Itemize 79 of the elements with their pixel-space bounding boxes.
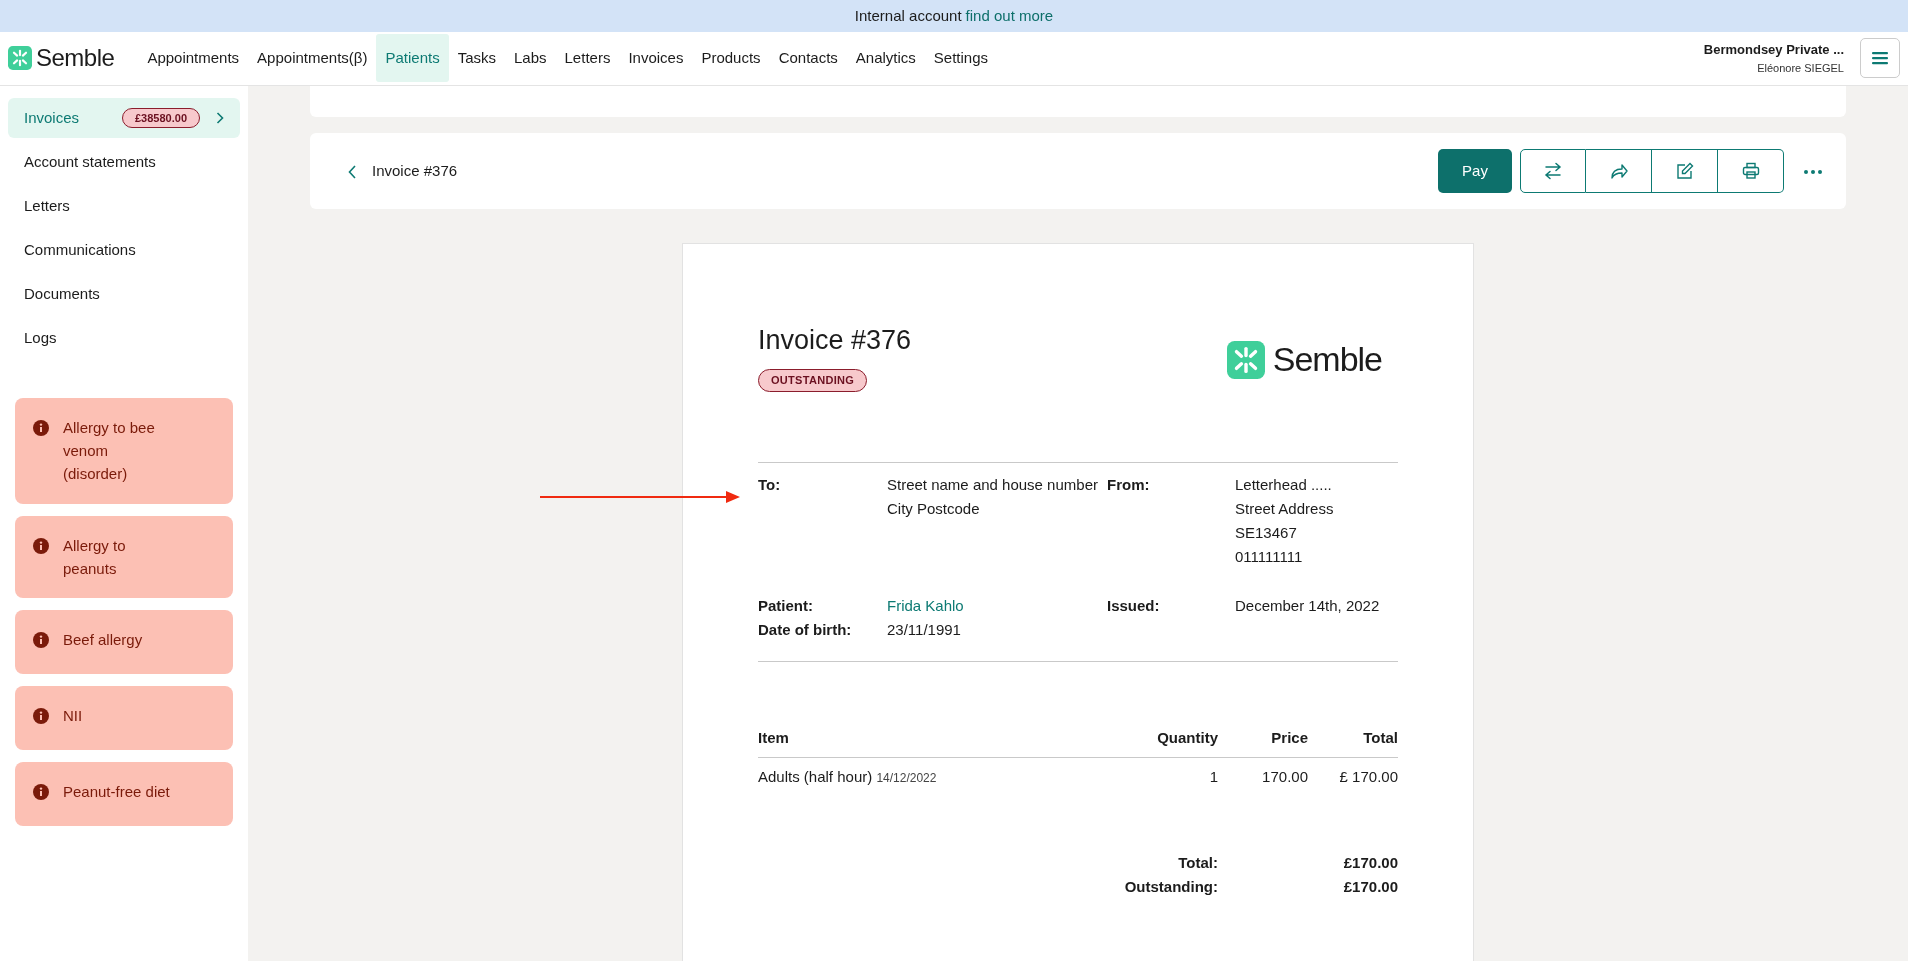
allergy-alert: Allergy to peanuts <box>15 515 233 599</box>
chevron-right-icon <box>216 111 224 124</box>
sidebar-item[interactable]: Communications <box>8 229 240 270</box>
total-label: Total: <box>1177 852 1218 873</box>
column-header: Price <box>1218 726 1308 759</box>
allergy-alert: NII <box>15 686 233 751</box>
address-line: Street Address <box>1235 498 1335 519</box>
nav-tab[interactable]: Settings <box>924 34 998 83</box>
banner-text: Internal account <box>854 5 962 26</box>
nav-tab[interactable]: Contacts <box>769 34 847 83</box>
column-header: Item <box>758 726 1098 759</box>
sidebar-item[interactable]: Logs <box>8 317 240 358</box>
field-label: From: <box>1107 474 1151 495</box>
chevron-left-icon <box>348 164 356 179</box>
banner-link[interactable]: find out more <box>965 4 1054 28</box>
status-badge: OUTSTANDING <box>758 369 868 392</box>
pay-button[interactable]: Pay <box>1438 148 1512 193</box>
allergy-alert: Peanut-free diet <box>15 762 233 827</box>
nav-tab[interactable]: Analytics <box>846 34 925 83</box>
allergy-alert: Allergy to bee venom (disorder) <box>15 397 233 504</box>
info-icon <box>33 537 49 554</box>
share-arrow-icon <box>1609 161 1628 180</box>
info-icon <box>33 632 49 649</box>
total-value: £170.00 <box>1342 852 1398 873</box>
transfer-button[interactable] <box>1520 148 1586 193</box>
share-button[interactable] <box>1586 148 1652 193</box>
logo-icon <box>8 46 32 71</box>
menu-button[interactable] <box>1860 38 1900 79</box>
table-cell-text: 170.00 <box>1261 767 1308 788</box>
address-line: SE13467 <box>1235 522 1298 543</box>
field-label: Date of birth: <box>758 619 853 640</box>
logo-icon <box>1226 340 1265 379</box>
organisation-name: Bermondsey Private ... <box>1703 41 1844 60</box>
menu-icon <box>1872 51 1888 66</box>
info-icon <box>33 708 49 725</box>
field-value: 23/11/1991 <box>887 619 962 640</box>
table-cell-text: £ 170.00 <box>1338 767 1398 788</box>
invoice-heading: Invoice #376 <box>372 160 458 181</box>
info-icon <box>33 419 49 436</box>
print-icon <box>1741 161 1760 180</box>
invoice-title: Invoice #376 <box>758 323 912 357</box>
address-line: 011111111 <box>1235 546 1304 567</box>
info-icon <box>33 784 49 801</box>
amount-badge: £38580.00 <box>122 107 200 129</box>
sidebar-item[interactable]: Invoices £38580.00 <box>8 97 240 138</box>
sidebar-item[interactable]: Letters <box>8 185 240 226</box>
sidebar-item[interactable]: Documents <box>8 273 240 314</box>
print-button[interactable] <box>1718 148 1784 193</box>
total-value: £170.00 <box>1342 876 1398 897</box>
field-label: Issued: <box>1107 595 1161 616</box>
nav-tab[interactable]: Invoices <box>619 34 693 83</box>
nav-tab[interactable]: Appointments <box>138 34 249 83</box>
sidebar-item[interactable]: Account statements <box>8 141 240 182</box>
logo-text: Semble <box>1272 339 1382 381</box>
edit-button[interactable] <box>1652 148 1718 193</box>
transfer-icon <box>1544 161 1562 180</box>
patient-link[interactable]: Frida Kahlo <box>887 596 964 614</box>
address-line: Street name and house number <box>887 474 1099 495</box>
address-line: Letterhead ..... <box>1235 474 1333 495</box>
table-cell-text: 1 <box>1208 767 1218 788</box>
field-label: Patient: <box>758 595 814 616</box>
nav-tab[interactable]: Products <box>692 34 770 83</box>
total-label: Outstanding: <box>1123 876 1218 897</box>
brand-name: Semble <box>36 43 115 74</box>
more-icon <box>1804 169 1822 174</box>
column-header: Total <box>1308 726 1398 759</box>
nav-tab[interactable]: Letters <box>555 34 620 83</box>
nav-tab[interactable]: Tasks <box>448 34 505 83</box>
column-header: Quantity <box>1098 726 1218 759</box>
allergy-alert: Beef allergy <box>15 610 233 675</box>
nav-tab[interactable]: Appointments(β) <box>248 34 377 83</box>
nav-tab[interactable]: Patients <box>376 34 449 83</box>
address-line: City Postcode <box>887 498 981 519</box>
user-name: Eléonore SIEGEL <box>1756 60 1844 76</box>
item-cell-text: Adults (half hour) 14/12/2022 <box>758 767 938 788</box>
field-label: To: <box>758 474 782 495</box>
edit-icon <box>1675 161 1694 180</box>
nav-tab[interactable]: Labs <box>505 34 556 83</box>
field-value: December 14th, 2022 <box>1235 595 1381 616</box>
